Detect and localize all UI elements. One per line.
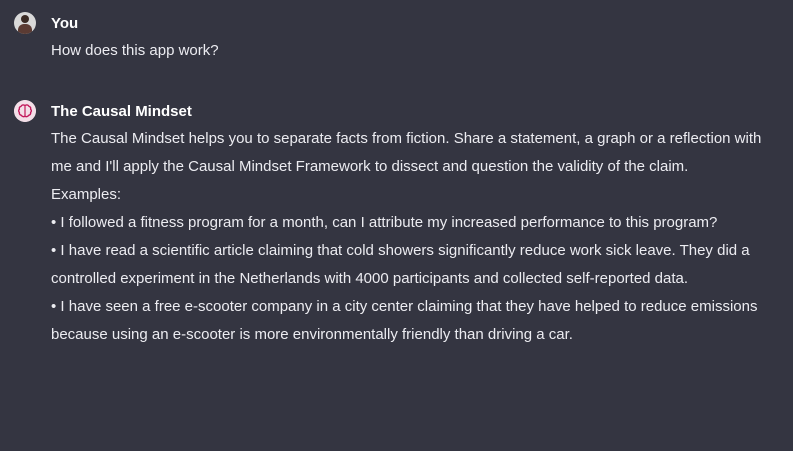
intro-paragraph: The Causal Mindset helps you to separate… <box>51 130 762 175</box>
user-author-name: You <box>51 15 79 32</box>
assistant-avatar <box>14 100 36 122</box>
brain-icon <box>14 100 36 122</box>
user-message-text: How does this app work? <box>51 37 771 65</box>
example-item: • I have read a scientific article claim… <box>51 242 750 287</box>
assistant-message-text: The Causal Mindset helps you to separate… <box>51 125 771 349</box>
user-avatar <box>14 12 36 34</box>
examples-label: Examples: <box>51 186 122 203</box>
user-message-paragraph: How does this app work? <box>51 42 219 59</box>
assistant-author-name: The Causal Mindset <box>51 103 192 120</box>
example-item: • I have seen a free e-scooter company i… <box>51 298 758 343</box>
example-item: • I followed a fitness program for a mon… <box>51 214 718 231</box>
